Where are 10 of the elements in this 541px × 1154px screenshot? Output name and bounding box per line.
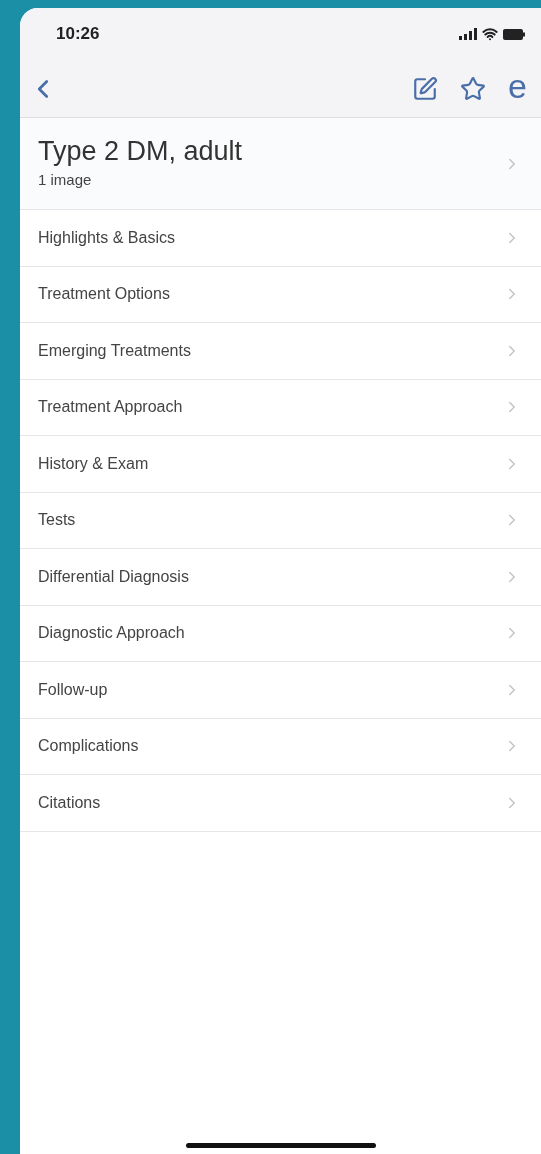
signal-icon — [459, 28, 477, 40]
battery-icon — [503, 28, 525, 40]
edit-button[interactable] — [412, 75, 439, 102]
favorite-button[interactable] — [460, 75, 487, 102]
wifi-icon — [482, 26, 498, 42]
topic-header[interactable]: Type 2 DM, adult 1 image — [20, 118, 541, 210]
topic-title: Type 2 DM, adult — [38, 135, 243, 169]
logo-button[interactable]: e — [508, 68, 527, 109]
image-count: 1 image — [38, 170, 93, 191]
status-time: 10:26 — [56, 23, 100, 46]
